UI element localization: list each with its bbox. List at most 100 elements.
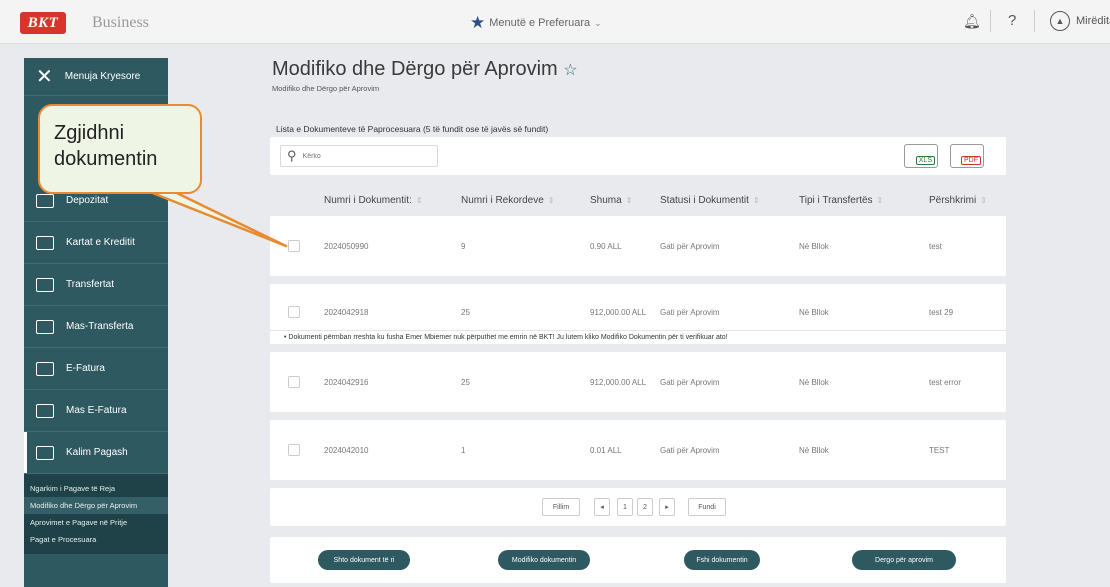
- col-header-doc[interactable]: Numri i Dokumentit: ⇕: [324, 195, 423, 206]
- sidebar-item-mas-e-fatura[interactable]: Mas E-Fatura: [24, 390, 168, 432]
- main-menu-toggle[interactable]: ✕ Menuja Kryesore: [24, 58, 168, 96]
- delete-document-button[interactable]: Fshi dokumentin: [684, 550, 760, 570]
- submenu-item-edit-send[interactable]: Modifiko dhe Dërgo për Aprovim: [24, 497, 168, 514]
- sidebar-item-label: Depozitat: [66, 195, 109, 206]
- cell-amount: 912,000.00 ALL: [590, 308, 647, 317]
- cell-type: Në Bllok: [799, 308, 829, 317]
- bell-icon[interactable]: 🔔︎: [963, 13, 981, 30]
- favorites-menu[interactable]: ★ Menutë e Preferuara ⌄: [470, 13, 602, 33]
- search-input[interactable]: [302, 152, 423, 160]
- sort-icon: ⇕: [547, 196, 555, 205]
- bkt-logo[interactable]: BKT: [20, 12, 66, 34]
- table-header: Numri i Dokumentit: ⇕ Numri i Rekordeve ⇕ …: [270, 190, 1006, 214]
- callout-box: Zgjidhni dokumentin: [38, 104, 202, 194]
- sidebar-item-label: Mas-Transferta: [66, 321, 134, 332]
- favorites-menu-label: Menutë e Preferuara: [489, 17, 591, 29]
- cell-doc: 2024050990: [324, 242, 369, 251]
- sidebar-item-kartat[interactable]: Kartat e Kreditit: [24, 222, 168, 264]
- xls-label: XLS: [915, 156, 935, 165]
- star-icon: ★: [470, 13, 486, 32]
- divider: [1034, 10, 1035, 32]
- pager-page-1[interactable]: 1: [617, 498, 633, 516]
- invoice-icon: [36, 361, 54, 376]
- export-xls-button[interactable]: XLS: [904, 144, 938, 168]
- sidebar-item-kalim-pagash[interactable]: Kalim Pagash: [24, 432, 168, 474]
- page-title: Modifiko dhe Dërgo për Aprovim ☆: [272, 58, 578, 81]
- user-avatar-icon[interactable]: ▲: [1050, 11, 1070, 31]
- sidebar-item-mas-transferta[interactable]: Mas-Transferta: [24, 306, 168, 348]
- action-bar: Shto dokument të ri Modifiko dokumentin …: [270, 537, 1006, 583]
- row-checkbox[interactable]: [288, 240, 300, 252]
- help-icon[interactable]: ?: [1008, 12, 1016, 29]
- cell-doc: 2024042918: [324, 308, 369, 317]
- pager-next[interactable]: ▸: [659, 498, 675, 516]
- main-menu-label: Menuja Kryesore: [64, 71, 141, 82]
- sidebar-item-label: E-Fatura: [66, 363, 105, 374]
- sort-icon: ⇕: [415, 196, 423, 205]
- cell-amount: 0.01 ALL: [590, 446, 622, 455]
- sidebar-item-label: Transfertat: [66, 279, 114, 290]
- pager-page-2[interactable]: 2: [637, 498, 653, 516]
- warning-text: Dokumenti përmban rreshta ku fusha Emer …: [288, 334, 728, 341]
- submenu-item-new-payroll[interactable]: Ngarkim i Pagave të Reja: [24, 480, 168, 497]
- cell-type: Në Bllok: [799, 242, 829, 251]
- cell-desc: test error: [929, 378, 962, 387]
- cell-type: Në Bllok: [799, 378, 829, 387]
- mass-transfer-icon: [36, 319, 54, 334]
- pager-last[interactable]: Fundi: [688, 498, 726, 516]
- row-checkbox[interactable]: [288, 306, 300, 318]
- col-header-amount[interactable]: Shuma ⇕: [590, 195, 632, 206]
- top-bar: BKT Business ★ Menutë e Preferuara ⌄ 🔔︎ …: [0, 0, 1110, 44]
- edit-document-button[interactable]: Modifiko dokumentin: [498, 550, 590, 570]
- send-for-approval-button[interactable]: Dergo për aprovim: [852, 550, 956, 570]
- cell-records: 25: [461, 308, 470, 317]
- sidebar-item-label: Kartat e Kreditit: [66, 237, 135, 248]
- row-checkbox[interactable]: [288, 376, 300, 388]
- col-header-status[interactable]: Statusi i Dokumentit ⇕: [660, 195, 760, 206]
- close-icon: ✕: [36, 66, 53, 88]
- table-row[interactable]: 2024042916 25 912,000.00 ALL Gati për Ap…: [270, 352, 1006, 412]
- export-pdf-button[interactable]: PDF: [950, 144, 984, 168]
- add-document-button[interactable]: Shto dokument të ri: [318, 550, 410, 570]
- table-row[interactable]: 2024042010 1 0.01 ALL Gati për Aprovim N…: [270, 420, 1006, 480]
- pager-prev[interactable]: ◂: [594, 498, 610, 516]
- deposit-icon: [36, 193, 54, 208]
- favorite-star-icon[interactable]: ☆: [563, 62, 577, 79]
- sidebar-item-label: Kalim Pagash: [66, 447, 128, 458]
- sort-icon: ⇕: [752, 196, 760, 205]
- mass-invoice-icon: [36, 403, 54, 418]
- divider: [990, 10, 991, 32]
- cell-type: Në Bllok: [799, 446, 829, 455]
- greeting[interactable]: Mirëdita: [1076, 15, 1110, 27]
- brand-label: Business: [92, 14, 149, 31]
- sidebar-item-e-fatura[interactable]: E-Fatura: [24, 348, 168, 390]
- cell-records: 25: [461, 378, 470, 387]
- submenu-item-processed[interactable]: Pagat e Procesuara: [24, 531, 168, 548]
- pager-first[interactable]: Fillim: [542, 498, 580, 516]
- col-header-desc[interactable]: Përshkrimi ⇕: [929, 195, 987, 206]
- table-row[interactable]: 2024042918 25 912,000.00 ALL Gati për Ap…: [270, 284, 1006, 330]
- cell-status: Gati për Aprovim: [660, 308, 720, 317]
- sidebar-submenu: Ngarkim i Pagave të Reja Modifiko dhe Dë…: [24, 474, 168, 554]
- row-checkbox[interactable]: [288, 444, 300, 456]
- submenu-item-pending[interactable]: Aprovimet e Pagave në Pritje: [24, 514, 168, 531]
- sort-icon: ⇕: [980, 196, 987, 205]
- cell-records: 1: [461, 446, 466, 455]
- chevron-down-icon: ⌄: [594, 17, 602, 28]
- cell-status: Gati për Aprovim: [660, 446, 720, 455]
- cell-desc: TEST: [929, 446, 950, 455]
- card-icon: [36, 235, 54, 250]
- table-row[interactable]: 2024050990 9 0.90 ALL Gati për Aprovim N…: [270, 216, 1006, 276]
- cell-amount: 912,000.00 ALL: [590, 378, 647, 387]
- search-icon: ⚲: [287, 148, 297, 163]
- sidebar-item-transfertat[interactable]: Transfertat: [24, 264, 168, 306]
- payroll-icon: [36, 445, 54, 460]
- col-header-records[interactable]: Numri i Rekordeve ⇕: [461, 195, 555, 206]
- pagination: Fillim ◂ 1 2 ▸ Fundi: [270, 488, 1006, 526]
- cell-desc: test 29: [929, 308, 954, 317]
- cell-desc: test: [929, 242, 942, 251]
- search-box: ⚲: [280, 145, 438, 167]
- sort-icon: ⇕: [876, 196, 884, 205]
- col-header-type[interactable]: Tipi i Transfertës ⇕: [799, 195, 883, 206]
- cell-status: Gati për Aprovim: [660, 242, 720, 251]
